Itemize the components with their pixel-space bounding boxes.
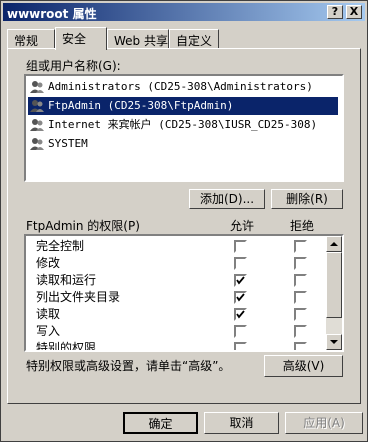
allow-checkbox[interactable]: [234, 325, 247, 338]
permission-row: 特别的权限: [26, 340, 322, 352]
user-list-item[interactable]: FtpAdmin (CD25-308\FtpAdmin): [28, 97, 338, 115]
deny-checkbox[interactable]: [294, 342, 307, 350]
permissions-scrollbar[interactable]: [326, 236, 342, 350]
user-group-icon: [30, 118, 44, 132]
user-name: SYSTEM: [48, 137, 88, 150]
permission-row: 读取: [26, 306, 322, 323]
tab-web-sharing[interactable]: Web 共享: [107, 29, 169, 48]
tab-custom[interactable]: 自定义: [169, 29, 219, 48]
scroll-thumb[interactable]: [326, 252, 342, 318]
title-bar[interactable]: wwwroot 属性 ? X: [3, 3, 365, 21]
deny-checkbox[interactable]: [294, 291, 307, 304]
user-name: FtpAdmin (CD25-308\FtpAdmin): [48, 99, 234, 112]
allow-checkbox[interactable]: [234, 342, 247, 350]
users-list[interactable]: Administrators (CD25-308\Administrators)…: [24, 74, 344, 182]
permissions-list[interactable]: 完全控制修改读取和运行列出文件夹目录 读取写入特别的权限: [24, 234, 344, 352]
permission-name: 完全控制: [36, 239, 85, 253]
permission-name: 读取和运行: [36, 273, 97, 287]
user-name: Administrators (CD25-308\Administrators): [48, 80, 313, 93]
deny-checkbox[interactable]: [294, 308, 307, 321]
permission-row: 修改: [26, 255, 322, 272]
user-list-item[interactable]: SYSTEM: [28, 135, 338, 153]
users-label: 组或用户名称(G):: [26, 59, 121, 73]
close-button[interactable]: X: [346, 5, 362, 19]
arrow-down-icon: [330, 340, 338, 344]
ok-button[interactable]: 确定: [123, 412, 198, 434]
allow-checkbox[interactable]: [234, 240, 247, 253]
apply-button[interactable]: 应用(A): [285, 412, 363, 434]
tab-general[interactable]: 常规: [7, 29, 55, 48]
scroll-up-button[interactable]: [326, 236, 342, 252]
user-name: Internet 来宾帐户 (CD25-308\IUSR_CD25-308): [48, 118, 318, 131]
scroll-down-button[interactable]: [326, 334, 342, 350]
deny-checkbox[interactable]: [294, 274, 307, 287]
permission-name: 写入: [36, 324, 61, 338]
advanced-button[interactable]: 高级(V): [264, 355, 343, 377]
remove-button[interactable]: 删除(R): [271, 189, 343, 209]
deny-header: 拒绝: [290, 219, 315, 233]
allow-checkbox[interactable]: [234, 257, 247, 270]
permission-name: 特别的权限: [36, 341, 97, 352]
permission-row: 完全控制: [26, 238, 322, 255]
deny-checkbox[interactable]: [294, 240, 307, 253]
allow-checkbox[interactable]: [234, 291, 247, 304]
permission-name: 列出文件夹目录: [36, 290, 121, 304]
permission-row: 写入: [26, 323, 322, 340]
allow-checkbox[interactable]: [234, 274, 247, 287]
permission-row: 列出文件夹目录: [26, 289, 322, 306]
user-group-icon: [30, 137, 44, 151]
allow-checkbox[interactable]: [234, 308, 247, 321]
user-group-icon: [30, 80, 44, 94]
help-button[interactable]: ?: [327, 5, 343, 19]
security-panel: 组或用户名称(G): Administrators (CD25-308\Admi…: [7, 48, 361, 404]
permissions-label: FtpAdmin 的权限(P): [26, 219, 140, 233]
deny-checkbox[interactable]: [294, 325, 307, 338]
window-title: wwwroot 属性: [7, 7, 97, 21]
add-button[interactable]: 添加(D)...: [189, 189, 265, 209]
user-group-icon: [30, 99, 44, 113]
permission-name: 读取: [36, 307, 61, 321]
user-list-item[interactable]: Administrators (CD25-308\Administrators): [28, 78, 338, 96]
permission-row: 读取和运行: [26, 272, 322, 289]
permission-name: 修改: [36, 256, 61, 270]
allow-header: 允许: [230, 219, 255, 233]
user-list-item[interactable]: Internet 来宾帐户 (CD25-308\IUSR_CD25-308): [28, 116, 338, 134]
tab-security[interactable]: 安全: [55, 27, 107, 50]
properties-dialog: wwwroot 属性 ? X 常规 安全 Web 共享 自定义 组或用户名称(G…: [0, 0, 368, 442]
deny-checkbox[interactable]: [294, 257, 307, 270]
advanced-hint: 特别权限或高级设置，请单击“高级”。: [26, 359, 231, 373]
cancel-button[interactable]: 取消: [204, 412, 279, 434]
arrow-up-icon: [330, 242, 338, 246]
